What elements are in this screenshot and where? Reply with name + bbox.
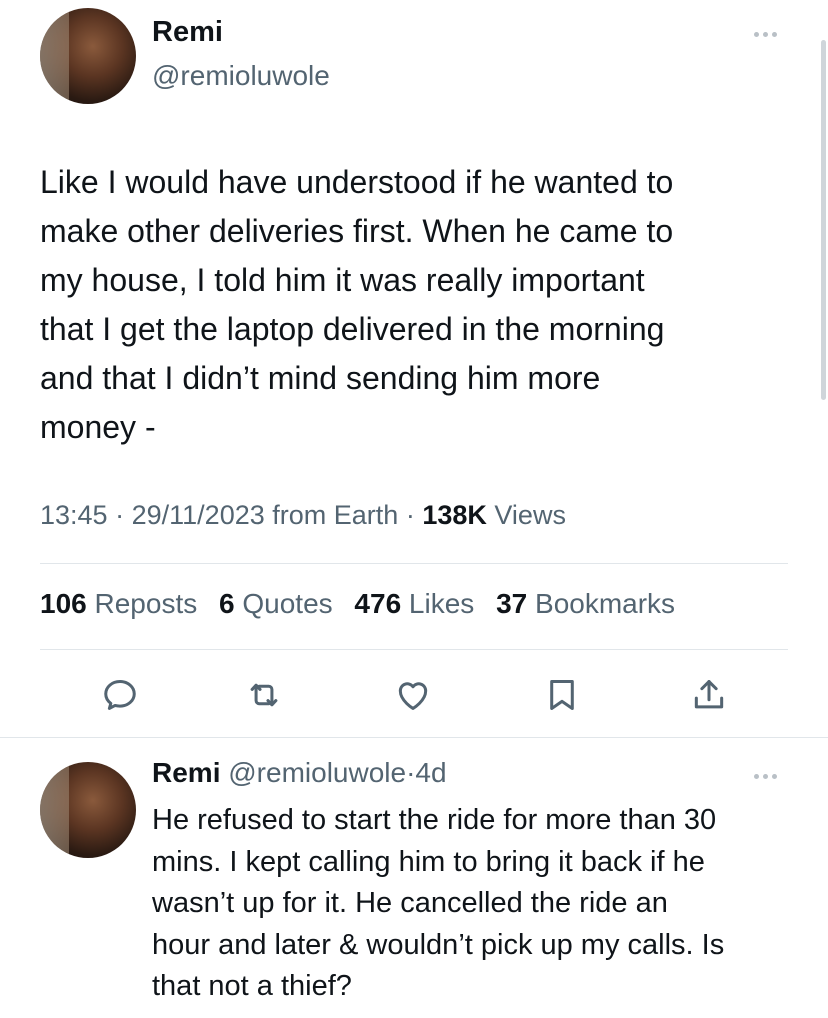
- reply-author-handle[interactable]: @remioluwole: [228, 757, 406, 788]
- tweet-text: Like I would have understood if he wante…: [40, 158, 800, 452]
- reply-header: Remi @remioluwole·4d: [152, 757, 447, 789]
- tweet-text-line: make other deliveries first. When he cam…: [40, 213, 674, 249]
- tweet-text-line: that I get the laptop delivered in the m…: [40, 311, 665, 347]
- reply-age[interactable]: 4d: [415, 757, 446, 788]
- tweet-meta: 13:45 · 29/11/2023 from Earth · 138K Vie…: [40, 500, 566, 531]
- repost-button[interactable]: [242, 673, 286, 717]
- reply-text-line: that not a thief?: [152, 970, 352, 1002]
- quotes-label[interactable]: Quotes: [242, 588, 332, 619]
- author-handle[interactable]: @remioluwole: [152, 60, 330, 92]
- scrollbar[interactable]: [821, 40, 826, 400]
- more-options-icon[interactable]: [754, 32, 777, 37]
- meta-separator: ·: [405, 500, 415, 530]
- reposts-label[interactable]: Reposts: [95, 588, 198, 619]
- divider: [40, 563, 788, 564]
- reply-button[interactable]: [98, 673, 142, 717]
- reply-text: He refused to start the ride for more th…: [152, 800, 802, 1008]
- reply-more-options-icon[interactable]: [754, 774, 777, 779]
- tweet-text-line: my house, I told him it was really impor…: [40, 262, 645, 298]
- tweet-text-line: Like I would have understood if he wante…: [40, 164, 674, 200]
- author-name[interactable]: Remi: [152, 16, 223, 49]
- reply-author-name[interactable]: Remi: [152, 757, 220, 788]
- share-icon: [694, 680, 724, 709]
- bookmarks-count[interactable]: 37: [496, 588, 527, 619]
- reply-icon: [104, 680, 136, 710]
- bookmarks-label[interactable]: Bookmarks: [535, 588, 675, 619]
- tweet-location: from Earth: [272, 500, 399, 530]
- tweet-time[interactable]: 13:45: [40, 500, 108, 530]
- like-button[interactable]: [391, 673, 435, 717]
- views-count[interactable]: 138K: [422, 500, 487, 530]
- share-button[interactable]: [687, 673, 731, 717]
- tweet-text-line: money -: [40, 409, 156, 445]
- tweet-stats: 106 Reposts 6 Quotes 476 Likes 37 Bookma…: [40, 588, 675, 620]
- reply-text-line: He refused to start the ride for more th…: [152, 804, 717, 836]
- reply-text-line: hour and later & wouldn’t pick up my cal…: [152, 928, 725, 961]
- tweet-text-line: and that I didn’t mind sending him more: [40, 360, 601, 396]
- divider: [40, 649, 788, 650]
- reply-separator: ·: [406, 757, 416, 788]
- author-avatar[interactable]: [40, 8, 136, 104]
- likes-count[interactable]: 476: [354, 588, 401, 619]
- reposts-count[interactable]: 106: [40, 588, 87, 619]
- bookmark-icon: [550, 680, 574, 710]
- reply-text-line: mins. I kept calling him to bring it bac…: [152, 845, 705, 878]
- reply-text-line: wasn’t up for it. He cancelled the ride …: [152, 887, 668, 919]
- quotes-count[interactable]: 6: [219, 588, 235, 619]
- tweet-date[interactable]: 29/11/2023: [132, 500, 265, 530]
- likes-label[interactable]: Likes: [409, 588, 474, 619]
- reply-author-avatar[interactable]: [40, 762, 136, 858]
- thread-divider: [0, 737, 828, 738]
- like-icon: [398, 682, 428, 710]
- meta-separator: ·: [115, 500, 125, 530]
- repost-icon: [250, 683, 278, 707]
- bookmark-button[interactable]: [540, 673, 584, 717]
- views-label[interactable]: Views: [494, 500, 566, 530]
